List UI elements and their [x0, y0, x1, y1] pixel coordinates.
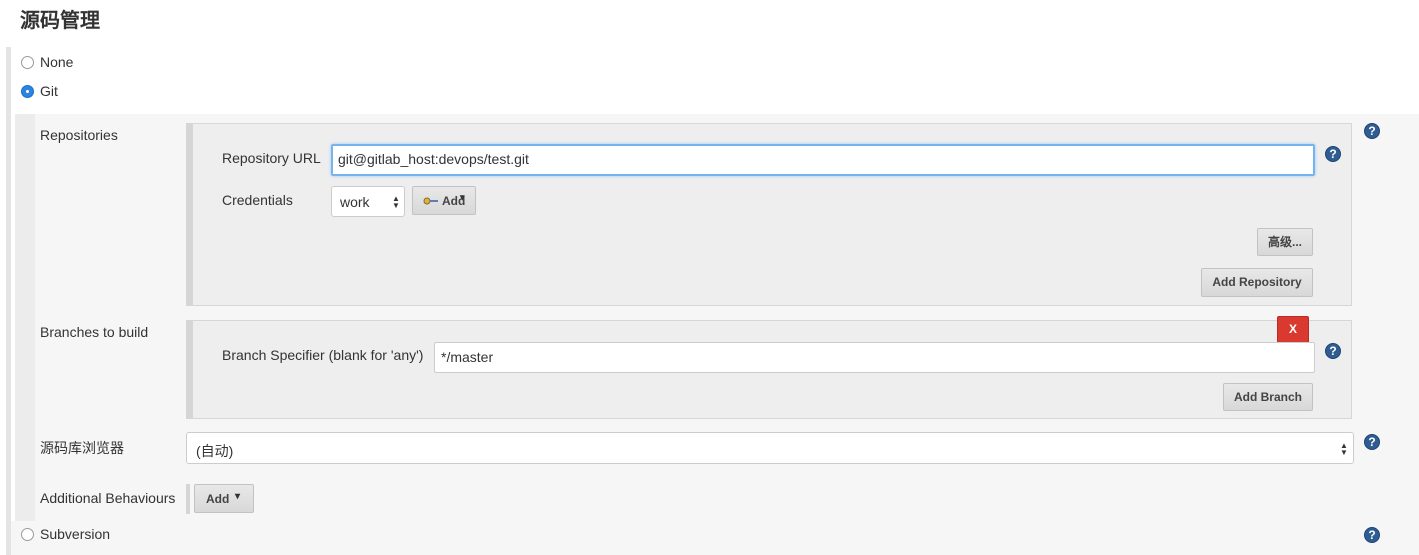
- repository-url-help-icon[interactable]: ?: [1325, 146, 1341, 162]
- dropdown-caret-icon: ▾: [460, 192, 465, 202]
- additional-behaviours-label: Additional Behaviours: [40, 490, 176, 506]
- add-repository-button[interactable]: Add Repository: [1201, 268, 1313, 297]
- git-panel-indent-bar: [15, 114, 35, 521]
- add-behaviour-label: Add: [206, 492, 230, 506]
- add-branch-button[interactable]: Add Branch: [1223, 383, 1313, 411]
- behaviours-box-bar: [186, 484, 190, 514]
- repo-browser-select[interactable]: (自动) ▲ ▼: [186, 432, 1354, 464]
- section-indent-bar: [6, 47, 11, 555]
- branch-specifier-input[interactable]: */master: [434, 342, 1315, 373]
- key-icon: [423, 197, 438, 205]
- section-title: 源码管理: [20, 10, 100, 32]
- add-behaviour-button[interactable]: Add ▾: [194, 484, 254, 513]
- scm-subversion-radio[interactable]: [21, 528, 34, 541]
- repo-browser-select-value: (自动): [196, 443, 234, 459]
- subversion-help-icon[interactable]: ?: [1364, 527, 1380, 543]
- scm-none-label[interactable]: None: [40, 54, 73, 70]
- scm-git-label[interactable]: Git: [40, 83, 58, 99]
- repo-browser-label: 源码库浏览器: [40, 440, 124, 456]
- delete-branch-button[interactable]: X: [1277, 316, 1309, 343]
- repository-url-input[interactable]: git@gitlab_host:devops/test.git: [331, 144, 1315, 176]
- scm-none-radio[interactable]: [21, 56, 34, 69]
- credentials-select-value: work: [340, 194, 370, 210]
- repository-url-label: Repository URL: [222, 150, 321, 166]
- branch-specifier-label: Branch Specifier (blank for 'any'): [222, 347, 424, 363]
- repositories-label: Repositories: [40, 127, 118, 143]
- branch-specifier-help-icon[interactable]: ?: [1325, 343, 1341, 359]
- select-arrows-icon: ▲ ▼: [1340, 441, 1348, 457]
- add-credentials-button[interactable]: Add ▾: [412, 186, 476, 215]
- dropdown-caret-icon: ▾: [235, 491, 241, 502]
- select-arrows-icon: ▲ ▼: [392, 194, 400, 210]
- credentials-select[interactable]: work ▲ ▼: [331, 186, 405, 217]
- repositories-help-icon[interactable]: ?: [1364, 123, 1380, 139]
- advanced-button[interactable]: 高级...: [1257, 228, 1313, 256]
- scm-subversion-label[interactable]: Subversion: [40, 526, 110, 542]
- scm-git-radio[interactable]: [21, 85, 34, 98]
- branches-label: Branches to build: [40, 324, 149, 340]
- credentials-label: Credentials: [222, 192, 293, 208]
- repo-browser-help-icon[interactable]: ?: [1364, 434, 1380, 450]
- subversion-row: [11, 521, 1419, 555]
